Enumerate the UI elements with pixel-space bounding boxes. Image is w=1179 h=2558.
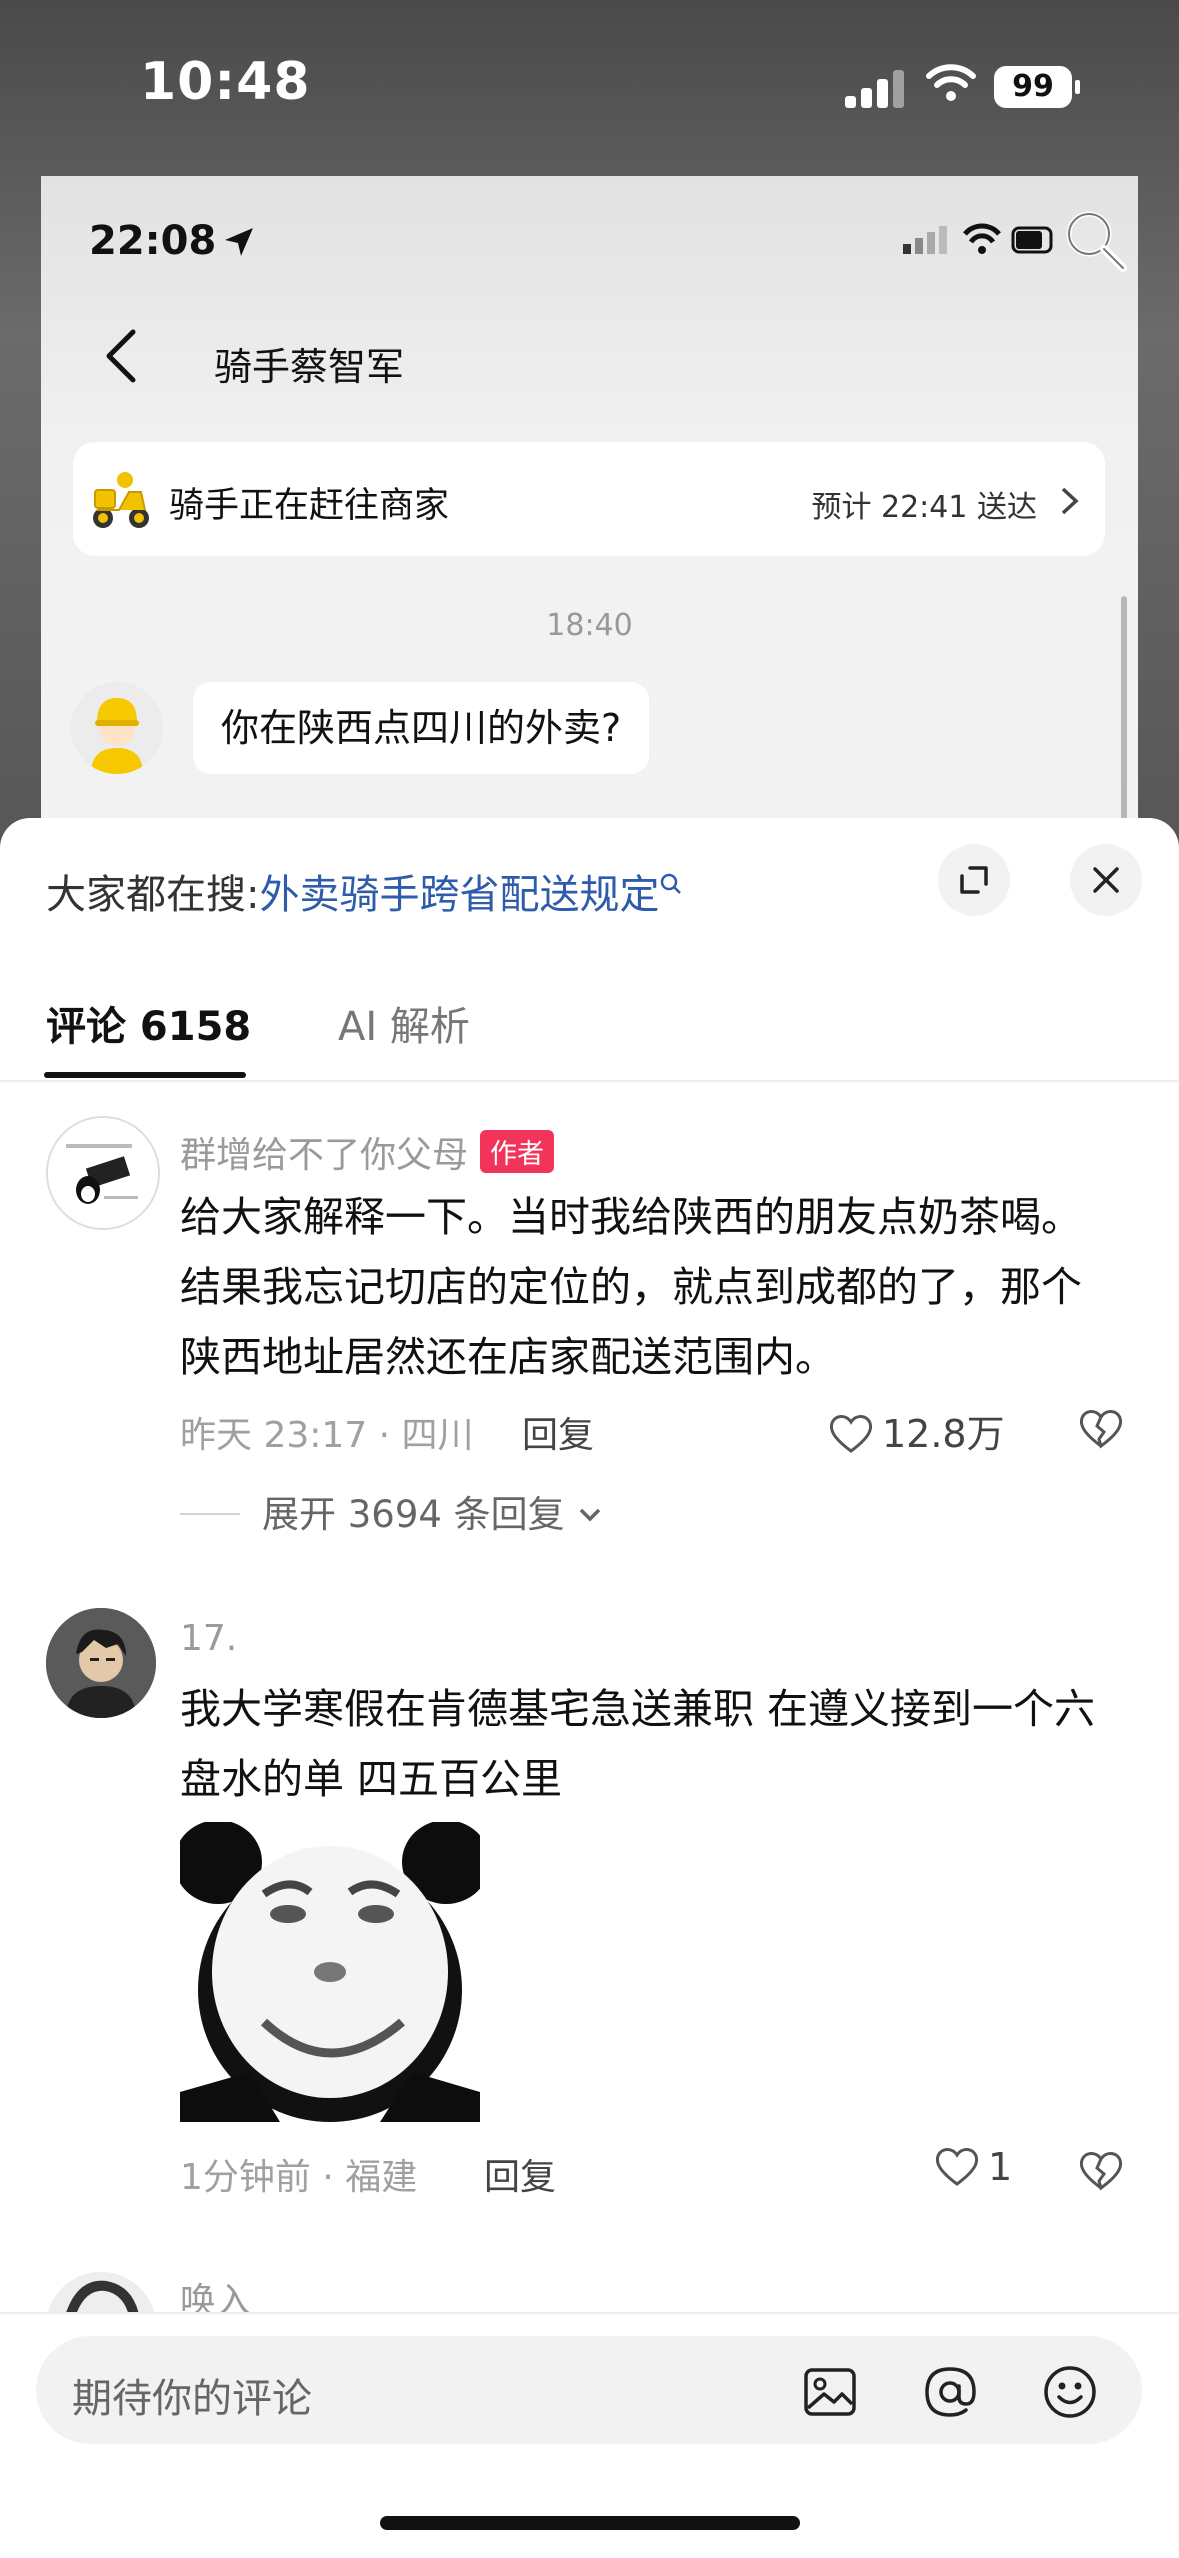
comment-input[interactable]: 期待你的评论 bbox=[36, 2336, 1142, 2444]
chat-message-bubble: 你在陕西点四川的外卖? bbox=[193, 682, 650, 774]
comment-image[interactable] bbox=[0, 1822, 1179, 2122]
at-icon[interactable] bbox=[922, 2364, 978, 2420]
chevron-right-icon bbox=[1061, 487, 1079, 515]
avatar[interactable] bbox=[46, 1116, 160, 1230]
search-icon[interactable] bbox=[1061, 206, 1131, 276]
like-count: 1 bbox=[988, 2145, 1013, 2189]
like-button[interactable]: 1 bbox=[934, 2145, 1012, 2189]
embedded-screenshot: 22:08 骑手蔡智军 骑手正在赶往商家 预计 22:41 送达 18:40 你… bbox=[41, 176, 1138, 876]
expand-icon bbox=[960, 866, 988, 894]
comment-tabs: 评论 6158 AI 解析 bbox=[0, 978, 1179, 1082]
comment-meta: 昨天 23:17 · 四川 bbox=[180, 1415, 474, 1456]
expand-replies-label: 展开 3694 条回复 bbox=[262, 1493, 565, 1536]
wifi-icon bbox=[926, 64, 976, 101]
rider-avatar bbox=[71, 682, 163, 774]
like-count: 12.8万 bbox=[882, 1412, 1005, 1456]
close-icon bbox=[1093, 867, 1119, 893]
avatar[interactable] bbox=[46, 1608, 156, 1718]
comment-item: 唤入 bbox=[0, 2246, 1179, 2312]
chevron-down-icon bbox=[580, 1508, 601, 1522]
active-tab-indicator bbox=[44, 1072, 246, 1078]
expand-button[interactable] bbox=[938, 844, 1010, 916]
inner-status-time: 22:08 bbox=[89, 218, 217, 264]
emoji-icon[interactable] bbox=[1042, 2364, 1098, 2420]
rider-status-card[interactable]: 骑手正在赶往商家 预计 22:41 送达 bbox=[73, 442, 1105, 556]
trending-search[interactable]: 大家都在搜:外卖骑手跨省配送规定 bbox=[46, 862, 683, 920]
tab-comments[interactable]: 评论 6158 bbox=[46, 994, 251, 1052]
username-text: 群增给不了你父母 bbox=[180, 1135, 469, 1176]
back-icon[interactable] bbox=[101, 326, 141, 386]
image-icon[interactable] bbox=[802, 2364, 858, 2420]
tab-ai-analysis[interactable]: AI 解析 bbox=[338, 994, 470, 1052]
comment-meta: 1分钟前 · 福建 bbox=[180, 2157, 418, 2198]
eta-text: 预计 22:41 送达 bbox=[811, 490, 1037, 525]
comment-username[interactable]: 17. bbox=[180, 1618, 237, 1659]
chat-timestamp: 18:40 bbox=[546, 608, 633, 643]
chat-scrollbar[interactable] bbox=[1121, 596, 1127, 836]
reply-button[interactable]: 回复 bbox=[484, 2148, 556, 2200]
status-time: 10:48 bbox=[140, 52, 311, 112]
comment-sheet: 大家都在搜:外卖骑手跨省配送规定 评论 6158 AI 解析 群增给不了你父母 … bbox=[0, 818, 1179, 2556]
comment-text: 给大家解释一下。当时我给陕西的朋友点奶茶喝。结果我忘记切店的定位的，就点到成都的… bbox=[180, 1193, 1082, 1381]
search-icon bbox=[661, 873, 682, 894]
signal-icon bbox=[845, 68, 905, 108]
author-badge: 作者 bbox=[480, 1130, 555, 1173]
comment-input-bar: 期待你的评论 bbox=[0, 2312, 1179, 2558]
inner-status-icons bbox=[903, 220, 1053, 264]
battery-indicator: 99 bbox=[994, 66, 1080, 108]
like-button[interactable]: 12.8万 bbox=[828, 1403, 1005, 1458]
heart-icon bbox=[935, 2148, 979, 2186]
location-arrow-icon bbox=[225, 228, 253, 256]
rider-status-text: 骑手正在赶往商家 bbox=[169, 486, 450, 526]
comment-username[interactable]: 群增给不了你父母 作者 bbox=[180, 1126, 555, 1178]
search-prefix: 大家都在搜: bbox=[46, 872, 260, 918]
expand-replies[interactable]: 展开 3694 条回复 bbox=[180, 1484, 604, 1538]
heart-icon bbox=[829, 1415, 873, 1453]
comment-input-placeholder: 期待你的评论 bbox=[72, 2376, 312, 2422]
reply-button[interactable]: 回复 bbox=[522, 1406, 594, 1458]
scooter-icon bbox=[93, 472, 149, 528]
home-indicator[interactable] bbox=[380, 2516, 800, 2530]
close-button[interactable] bbox=[1070, 844, 1142, 916]
search-link[interactable]: 外卖骑手跨省配送规定 bbox=[259, 872, 659, 918]
avatar[interactable] bbox=[46, 2272, 156, 2312]
chat-title: 骑手蔡智军 bbox=[214, 345, 405, 389]
dislike-icon[interactable] bbox=[1078, 2150, 1124, 2192]
comment-text: 我大学寒假在肯德基宅急送兼职 在遵义接到一个六盘水的单 四五百公里 bbox=[180, 1685, 1096, 1803]
dislike-icon[interactable] bbox=[1078, 1408, 1124, 1450]
comment-username[interactable]: 唤入 bbox=[180, 2272, 252, 2312]
panda-meme-image bbox=[180, 1822, 480, 2122]
status-bar: 10:48 99 bbox=[0, 0, 1179, 170]
